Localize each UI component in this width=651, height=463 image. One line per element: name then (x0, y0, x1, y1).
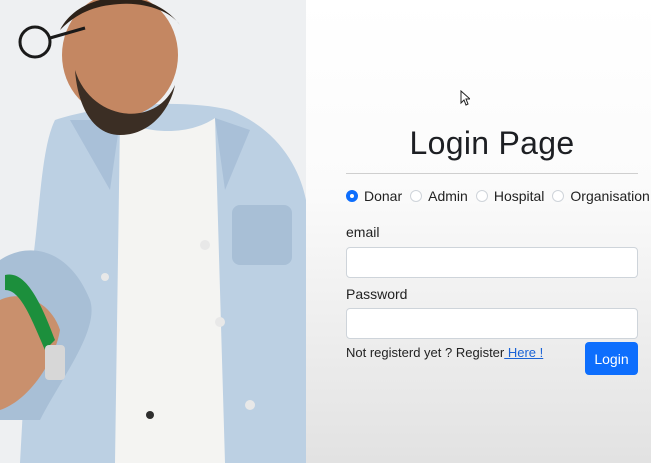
radio-unchecked-icon[interactable] (552, 190, 565, 202)
password-field-container (346, 308, 638, 339)
radio-unchecked-icon[interactable] (475, 190, 488, 202)
register-here-link[interactable]: Here ! (504, 345, 543, 360)
email-field-container (346, 247, 638, 278)
man-with-tourniquet-illustration (0, 0, 306, 463)
email-label: email (346, 224, 380, 240)
login-screen (0, 0, 651, 463)
role-option-admin[interactable]: Admin (410, 188, 468, 204)
page-title: Login Page (409, 125, 575, 161)
radio-unchecked-icon[interactable] (410, 190, 423, 202)
role-option-donar[interactable]: Donar (346, 188, 402, 204)
role-radio-group: Donar Admin Hospital Organisation (346, 188, 650, 204)
password-field[interactable] (347, 309, 637, 338)
role-option-hospital[interactable]: Hospital (475, 188, 545, 204)
register-prompt: Not registerd yet ? Register Here ! (346, 345, 543, 360)
role-label-donar: Donar (364, 188, 403, 204)
role-label-admin: Admin (428, 188, 468, 204)
password-label: Password (346, 286, 408, 302)
title-divider (346, 173, 638, 174)
role-label-hospital: Hospital (493, 188, 545, 204)
hero-photo (0, 0, 306, 463)
email-field[interactable] (347, 248, 637, 277)
login-button[interactable]: Login (585, 342, 638, 375)
role-option-organisation[interactable]: Organisation (552, 188, 650, 204)
role-label-organisation: Organisation (570, 188, 650, 204)
radio-checked-icon[interactable] (346, 190, 358, 202)
register-text: Not registerd yet ? Register (346, 345, 505, 360)
mouse-cursor-icon (460, 90, 470, 106)
